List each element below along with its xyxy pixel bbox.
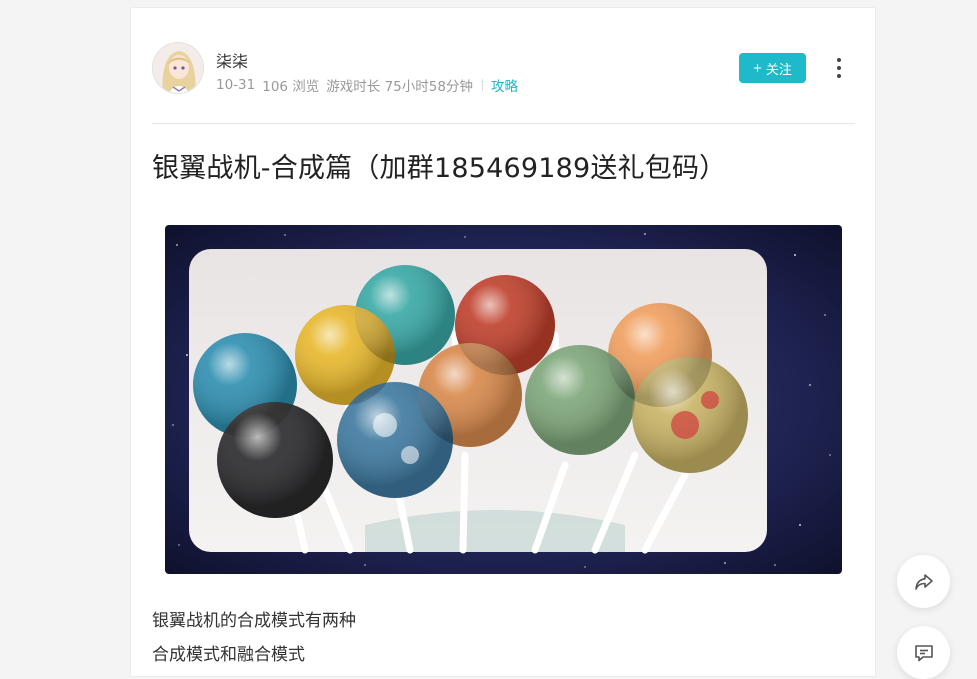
comment-button[interactable] [897,626,950,679]
post-paragraph: 合成模式和融合模式 [152,645,305,665]
vertical-dots-icon [837,74,841,78]
anime-girl-avatar-icon [153,43,203,93]
post-paragraph: 银翼战机的合成模式有两种 [152,611,356,631]
vertical-dots-icon [837,66,841,70]
play-time: 游戏时长 75小时58分钟 [326,79,473,95]
author-name[interactable]: 柒柒 [216,48,248,72]
more-options-button[interactable] [827,56,851,80]
header-divider [152,123,855,124]
follow-button[interactable]: + 关注 [739,53,806,83]
post-card: 柒柒 10-31 106 浏览 游戏时长 75小时58分钟 攻略 + 关注 银翼… [130,7,876,677]
galaxy-lollipops-image [165,225,842,574]
follow-label: 关注 [765,61,792,77]
vertical-dots-icon [837,58,841,62]
post-title: 银翼战机-合成篇（加群185469189送礼包码） [152,153,727,184]
share-button[interactable] [897,555,950,608]
share-icon [914,573,933,590]
post-meta: 10-31 106 浏览 游戏时长 75小时58分钟 攻略 [216,75,518,95]
category-tag[interactable]: 攻略 [491,75,518,95]
plus-icon: + [753,59,762,77]
post-date: 10-31 [216,77,256,93]
post-hero-image[interactable] [165,225,842,574]
meta-divider [481,79,483,91]
view-count: 106 浏览 [262,79,320,95]
author-avatar[interactable] [152,42,204,94]
